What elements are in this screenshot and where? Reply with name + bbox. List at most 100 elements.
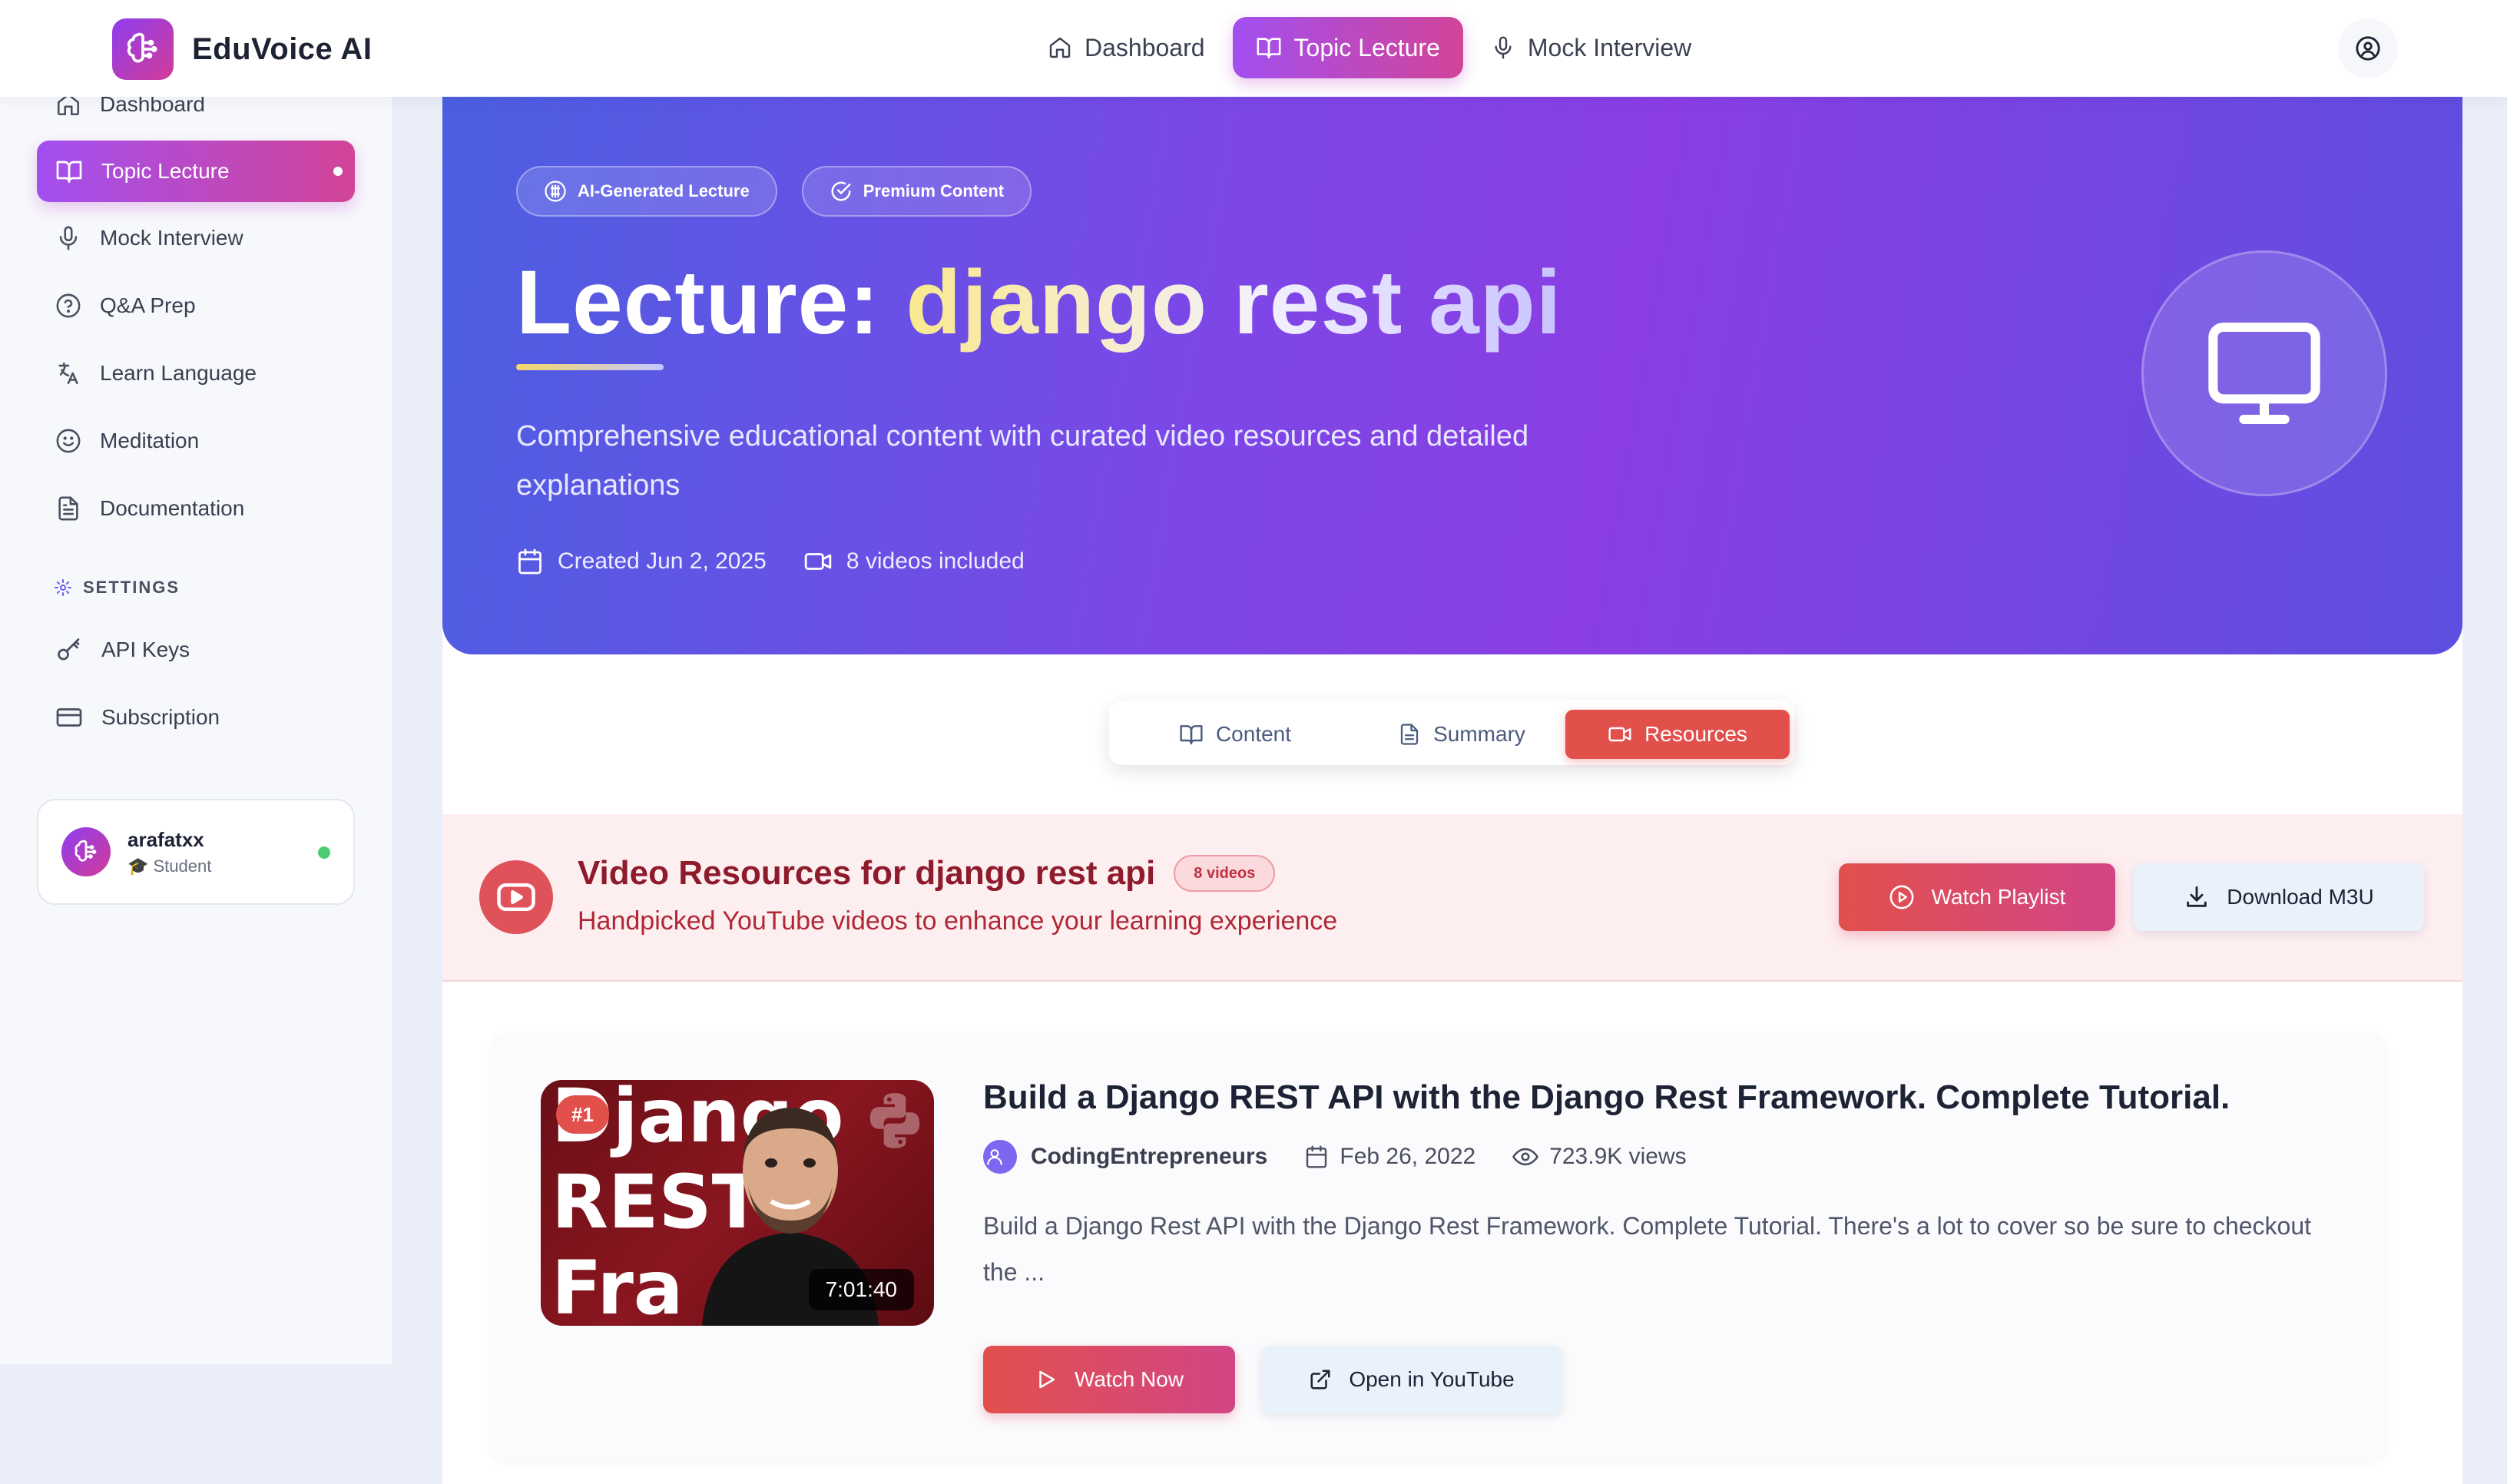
brain-icon: [544, 180, 578, 203]
user-menu-button[interactable]: [2338, 18, 2398, 78]
brand[interactable]: EduVoice AI: [112, 18, 372, 80]
sidebar-item-meditation[interactable]: Meditation: [37, 410, 355, 472]
user-meta: arafatxx 🎓 Student: [128, 828, 211, 876]
resources-title: Video Resources for django rest api 8 vi…: [578, 854, 1276, 893]
view-count: 723.9K views: [1512, 1144, 1687, 1170]
user-circle-icon: [2355, 35, 2381, 61]
lecture-description: Comprehensive educational content with c…: [516, 420, 1529, 502]
sidebar-item-label: Learn Language: [100, 361, 257, 385]
lecture-icon-badge: [2141, 250, 2387, 496]
sidebar-item-topic-lecture[interactable]: Topic Lecture: [37, 141, 355, 202]
video-description: Build a Django Rest API with the Django …: [983, 1212, 2312, 1286]
check-circle-icon: [830, 180, 863, 203]
topnav-mock-interview[interactable]: Mock Interview: [1468, 17, 1714, 78]
sidebar-item-label: Mock Interview: [100, 226, 243, 250]
video-card: Django REST Fra #1 7:01:40 Build a Djang…: [490, 1032, 2387, 1462]
app-name: EduVoice AI: [192, 31, 373, 66]
resources-subtitle: Handpicked YouTube videos to enhance you…: [578, 906, 1338, 936]
hero-badges: AI-Generated Lecture Premium Content: [516, 166, 1056, 217]
sidebar: Dashboard Topic Lecture Mock Interview Q…: [0, 0, 392, 1364]
user-icon: [983, 1140, 1017, 1174]
videos-count: 8 videos included: [803, 547, 1025, 576]
gear-icon: [54, 578, 83, 597]
brain-icon: [72, 838, 100, 866]
brain-logo-icon: [112, 18, 174, 80]
calendar-icon: [516, 548, 558, 575]
topnav-topic-lecture[interactable]: Topic Lecture: [1232, 17, 1463, 78]
youtube-icon: [479, 860, 553, 934]
translate-icon: [55, 360, 100, 386]
top-nav: Dashboard Topic Lecture Mock Interview: [1025, 17, 1719, 78]
sidebar-item-api-keys[interactable]: API Keys: [37, 619, 355, 681]
watch-playlist-button[interactable]: Watch Playlist: [1839, 863, 2115, 931]
video-meta: CodingEntrepreneurs Feb 26, 2022 723.9K …: [983, 1140, 1724, 1174]
calendar-icon: [1304, 1144, 1340, 1169]
channel-name: CodingEntrepreneurs: [1031, 1144, 1268, 1169]
download-m3u-button[interactable]: Download M3U: [2134, 863, 2424, 931]
active-indicator: [333, 167, 343, 176]
title-underline: [516, 364, 664, 370]
user-role: 🎓 Student: [128, 856, 212, 876]
monitor-icon: [2203, 312, 2326, 435]
play-circle-icon: [1889, 884, 1932, 910]
topnav-dashboard[interactable]: Dashboard: [1025, 17, 1228, 78]
sidebar-item-label: Q&A Prep: [100, 293, 196, 317]
publish-date: Feb 26, 2022: [1304, 1144, 1475, 1170]
book-open-icon: [1256, 35, 1294, 61]
video-thumbnail[interactable]: Django REST Fra #1 7:01:40: [541, 1080, 934, 1326]
user-profile-card[interactable]: arafatxx 🎓 Student: [37, 799, 355, 905]
ai-generated-badge: AI-Generated Lecture: [516, 166, 777, 217]
sidebar-item-label: Meditation: [100, 429, 200, 452]
avatar: [61, 827, 111, 876]
rank-badge: #1: [556, 1095, 609, 1134]
video-resources-header: Video Resources for django rest api 8 vi…: [442, 814, 2462, 982]
document-icon: [1398, 723, 1433, 746]
play-icon: [1035, 1368, 1075, 1391]
help-circle-icon: [55, 293, 100, 319]
sidebar-item-label: API Keys: [101, 638, 190, 661]
eye-icon: [1512, 1144, 1549, 1170]
tab-resources[interactable]: Resources: [1565, 710, 1790, 759]
key-icon: [55, 636, 101, 664]
duration-badge: 7:01:40: [808, 1269, 914, 1310]
book-open-icon: [55, 157, 101, 185]
sidebar-item-learn-language[interactable]: Learn Language: [37, 343, 355, 404]
settings-section-label: SETTINGS: [54, 578, 180, 598]
sidebar-item-label: Documentation: [100, 496, 245, 520]
tab-summary[interactable]: Summary: [1359, 710, 1564, 759]
watch-now-button[interactable]: Watch Now: [983, 1346, 1235, 1413]
python-logo-icon: [862, 1088, 928, 1154]
page-title: Lecture: django rest api: [516, 252, 1562, 353]
lecture-tabs: Content Summary Resources: [1109, 701, 1794, 765]
lecture-meta: Created Jun 2, 2025 8 videos included: [516, 547, 1061, 576]
video-count-badge: 8 videos: [1174, 855, 1276, 892]
tab-content[interactable]: Content: [1141, 710, 1329, 759]
top-bar: EduVoice AI Dashboard Topic Lecture Mock…: [0, 0, 2507, 97]
smile-icon: [55, 428, 100, 454]
external-link-icon: [1309, 1368, 1349, 1391]
sidebar-item-documentation[interactable]: Documentation: [37, 478, 355, 539]
channel[interactable]: CodingEntrepreneurs: [983, 1140, 1267, 1174]
document-icon: [55, 495, 100, 522]
sidebar-item-mock-interview[interactable]: Mock Interview: [37, 207, 355, 269]
book-open-icon: [1179, 722, 1216, 747]
open-in-youtube-button[interactable]: Open in YouTube: [1261, 1346, 1562, 1413]
sidebar-item-label: Subscription: [101, 705, 220, 729]
user-name: arafatxx: [128, 827, 204, 851]
online-status-dot: [318, 846, 330, 859]
home-icon: [1048, 35, 1085, 60]
lecture-topic: django rest api: [906, 252, 1562, 353]
lecture-hero: AI-Generated Lecture Premium Content Lec…: [442, 97, 2462, 654]
svg-text:Fra: Fra: [551, 1245, 684, 1326]
sidebar-item-label: Topic Lecture: [101, 159, 230, 183]
video-icon: [1608, 722, 1644, 747]
microphone-icon: [55, 225, 100, 251]
sidebar-item-subscription[interactable]: Subscription: [37, 687, 355, 748]
sidebar-item-qa-prep[interactable]: Q&A Prep: [37, 275, 355, 336]
microphone-icon: [1491, 35, 1528, 60]
premium-content-badge: Premium Content: [801, 166, 1032, 217]
credit-card-icon: [55, 704, 101, 731]
video-title[interactable]: Build a Django REST API with the Django …: [983, 1078, 2230, 1117]
video-icon: [803, 547, 846, 576]
download-icon: [2184, 884, 2227, 910]
